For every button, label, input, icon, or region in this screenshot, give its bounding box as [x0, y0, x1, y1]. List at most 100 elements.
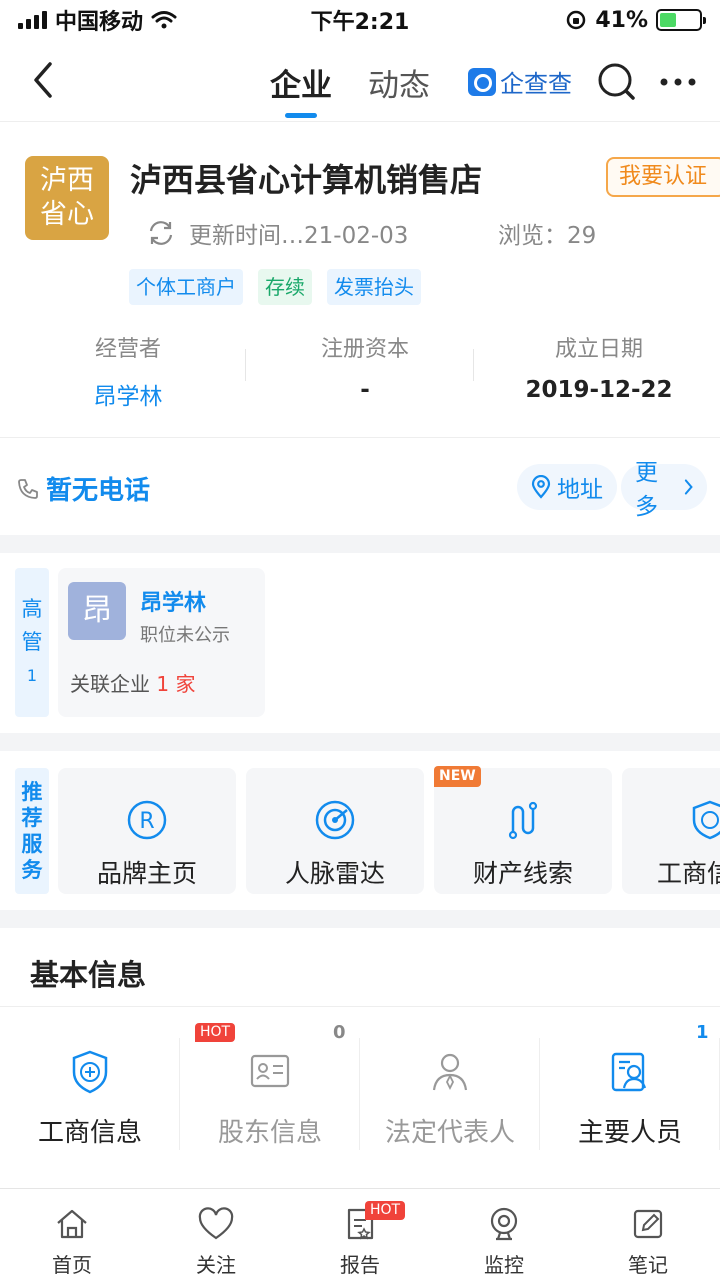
shield-icon — [692, 800, 720, 840]
tag-business-type[interactable]: 个体工商户 — [129, 269, 243, 305]
info-label: 工商信息 — [37, 1118, 142, 1148]
verify-button[interactable]: 我要认证 — [606, 157, 720, 197]
section-gap — [0, 535, 720, 553]
registered-mark-icon: R — [127, 800, 167, 840]
nav-bar: 企业 动态 企查查 — [0, 40, 720, 122]
more-icon[interactable] — [658, 62, 698, 102]
service-business-info[interactable]: 工商信息 — [622, 768, 720, 894]
phone-link[interactable]: 暂无电话 — [16, 470, 150, 507]
executives-label-char1: 高 — [21, 597, 43, 621]
service-label: 人脉雷达 — [284, 859, 385, 888]
personnel-count: 1 — [696, 1022, 709, 1043]
tab-home[interactable]: 首页 — [0, 1189, 144, 1280]
company-logo: 泸西 省心 — [25, 156, 109, 240]
home-icon — [57, 1209, 87, 1239]
shareholders-count: 0 — [333, 1022, 346, 1043]
phone-text: 暂无电话 — [46, 476, 151, 506]
brand-name: 企查查 — [500, 70, 572, 98]
tab-label: 首页 — [52, 1253, 92, 1277]
radar-icon — [315, 800, 355, 840]
services-section: 推 荐 服 务 R 品牌主页 人脉雷达 财产线索 工商信息 — [0, 752, 720, 910]
stat-founded-value: 2019-12-22 — [525, 377, 673, 403]
tab-follow[interactable]: 关注 — [144, 1189, 288, 1280]
stat-operator[interactable]: 经营者 昂学林 — [0, 331, 246, 411]
services-label-char4: 务 — [21, 858, 43, 882]
info-shareholders[interactable]: 股东信息 — [180, 1038, 360, 1150]
stat-operator-label: 经营者 — [94, 337, 161, 362]
service-label: 工商信息 — [657, 859, 720, 888]
service-network-radar[interactable]: 人脉雷达 — [246, 768, 424, 894]
stat-capital-label: 注册资本 — [320, 337, 409, 362]
personnel-icon — [611, 1052, 647, 1092]
more-label: 更多 — [635, 460, 658, 520]
info-business[interactable]: 工商信息 — [0, 1038, 180, 1150]
section-gap — [0, 733, 720, 751]
phone-icon — [18, 478, 38, 499]
tag-invoice[interactable]: 发票抬头 — [327, 269, 421, 305]
tab-enterprise[interactable]: 企业 — [270, 60, 332, 118]
section-gap — [0, 910, 720, 928]
company-tags: 个体工商户 存续 发票抬头 — [129, 269, 421, 305]
route-icon — [508, 801, 538, 840]
tab-label: 监控 — [484, 1253, 524, 1277]
brand-logo[interactable]: 企查查 — [468, 64, 572, 99]
stat-founded: 成立日期 2019-12-22 — [474, 331, 714, 411]
stat-founded-label: 成立日期 — [554, 337, 643, 362]
signal-icon — [18, 11, 47, 29]
bottom-tab-bar: 首页 关注 报告 HOT 监控 笔记 — [0, 1188, 720, 1280]
tab-monitor[interactable]: 监控 — [432, 1189, 576, 1280]
edit-icon — [633, 1209, 663, 1239]
back-icon[interactable] — [28, 58, 58, 102]
stat-capital-value: - — [360, 377, 370, 403]
carrier-name: 中国移动 — [55, 10, 144, 35]
executive-position: 职位未公示 — [140, 625, 230, 646]
search-icon[interactable] — [597, 62, 637, 102]
services-label-char3: 服 — [21, 832, 43, 856]
more-button[interactable]: 更多 — [621, 460, 707, 520]
tab-label: 关注 — [196, 1253, 236, 1277]
tab-dynamics[interactable]: 动态 — [368, 60, 430, 118]
camera-icon — [490, 1207, 518, 1241]
tab-report[interactable]: 报告 HOT — [288, 1189, 432, 1280]
update-time: 更新时间…21-02-03 — [189, 223, 409, 249]
person-tie-icon — [432, 1053, 468, 1091]
hot-badge: HOT — [195, 1023, 236, 1042]
tag-status[interactable]: 存续 — [258, 269, 312, 305]
refresh-icon[interactable] — [145, 218, 177, 248]
divider — [0, 1006, 720, 1007]
related-prefix: 关联企业 — [70, 672, 150, 696]
new-badge: NEW — [434, 766, 481, 787]
tab-notes[interactable]: 笔记 — [576, 1189, 720, 1280]
wifi-icon — [151, 11, 177, 29]
section-title: 基本信息 — [30, 958, 147, 992]
info-label: 法定代表人 — [384, 1118, 515, 1148]
info-legal-rep[interactable]: 法定代表人 — [360, 1038, 540, 1150]
stat-capital: 注册资本 - — [246, 331, 474, 411]
shield-icon — [72, 1050, 108, 1094]
related-count: 1 家 — [156, 672, 196, 696]
svg-text:R: R — [139, 809, 154, 834]
avatar: 昂 — [68, 582, 126, 640]
executive-card[interactable]: 昂 昂学林 职位未公示 关联企业 1 家 — [58, 568, 265, 717]
service-brand-page[interactable]: R 品牌主页 — [58, 768, 236, 894]
stat-operator-value[interactable]: 昂学林 — [10, 377, 246, 411]
executives-label-char2: 管 — [21, 630, 43, 654]
basic-info-section: 基本信息 工商信息 股东信息 法定代表人 主要人员 HOT 0 1 — [0, 930, 720, 1188]
executives-side-label[interactable]: 高 管 1 — [15, 568, 49, 717]
company-stats: 经营者 昂学林 注册资本 - 成立日期 2019-12-22 — [0, 331, 720, 411]
chevron-right-icon — [684, 479, 693, 495]
brand-logo-icon — [468, 67, 496, 96]
id-card-icon — [250, 1054, 290, 1088]
status-bar: 中国移动 下午2:21 41% — [0, 0, 720, 40]
executive-name[interactable]: 昂学林 — [140, 585, 206, 617]
services-label-char2: 荐 — [21, 806, 43, 830]
tab-label: 报告 — [340, 1253, 380, 1277]
tab-label: 笔记 — [628, 1253, 668, 1277]
battery-percent: 41% — [595, 7, 648, 33]
info-key-personnel[interactable]: 主要人员 — [540, 1038, 720, 1150]
company-logo-line1: 泸西 — [40, 165, 94, 196]
info-label: 股东信息 — [217, 1118, 322, 1148]
related-companies[interactable]: 关联企业 1 家 — [70, 668, 195, 697]
company-name: 泸西县省心计算机销售店 — [130, 161, 483, 199]
address-button[interactable]: 地址 — [517, 464, 617, 510]
